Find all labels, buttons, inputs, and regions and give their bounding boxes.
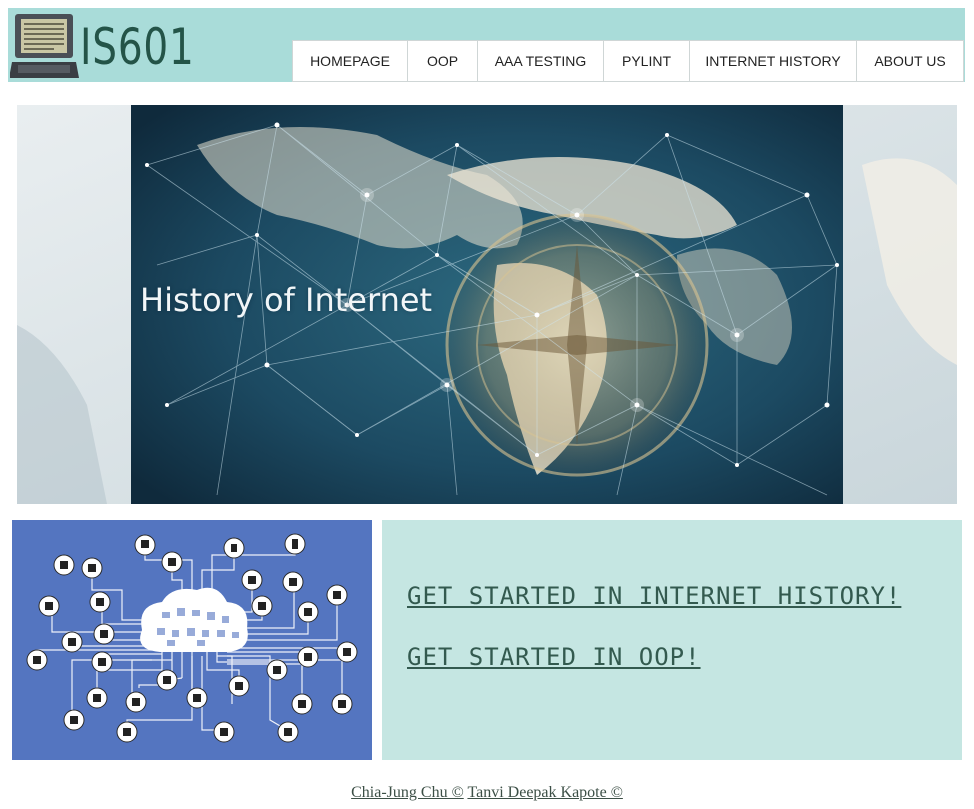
nav-pylint[interactable]: PYLINT: [604, 41, 690, 81]
get-started-oop-link[interactable]: GET STARTED IN OOP!: [407, 643, 701, 671]
get-started-internet-history-link[interactable]: GET STARTED IN INTERNET HISTORY!: [407, 582, 901, 610]
laptop-logo-icon[interactable]: [9, 12, 80, 82]
site-header: IS601 HOMEPAGE OOP AAA TESTING PYLINT IN…: [8, 8, 965, 82]
nav-internet-history[interactable]: INTERNET HISTORY: [690, 41, 857, 81]
hero-title: History of Internet: [140, 281, 433, 319]
footer: Chia-Jung Chu © Tanvi Deepak Kapote ©: [0, 784, 974, 802]
cta-panel: GET STARTED IN INTERNET HISTORY! GET STA…: [382, 520, 962, 760]
footer-author-1-link[interactable]: Chia-Jung Chu ©: [351, 784, 464, 801]
nav-oop[interactable]: OOP: [408, 41, 478, 81]
nav-about-us[interactable]: ABOUT US: [857, 41, 963, 81]
hero-banner: History of Internet: [17, 105, 957, 504]
nav-homepage[interactable]: HOMEPAGE: [293, 41, 408, 81]
site-logo-text[interactable]: IS601: [80, 14, 195, 80]
main-nav: HOMEPAGE OOP AAA TESTING PYLINT INTERNET…: [292, 40, 964, 82]
nav-aaa-testing[interactable]: AAA TESTING: [478, 41, 604, 81]
iot-illustration: [12, 520, 372, 760]
footer-author-2-link[interactable]: Tanvi Deepak Kapote ©: [467, 784, 622, 801]
